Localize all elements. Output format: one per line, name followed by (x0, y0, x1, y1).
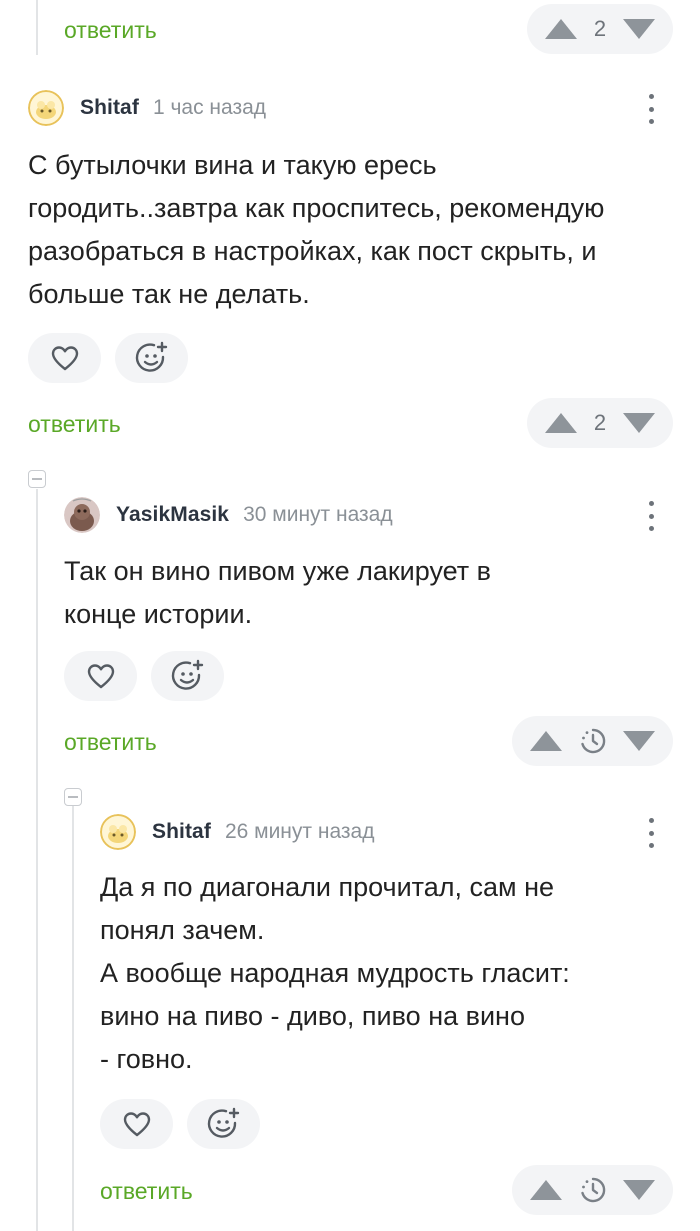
arrow-up-icon[interactable] (545, 413, 577, 433)
vote-control: 2 (527, 4, 673, 54)
more-vertical-icon[interactable] (646, 498, 656, 534)
avatar[interactable] (100, 814, 136, 850)
comment-text: Так он вино пивом уже лакирует в конце и… (64, 556, 492, 629)
heart-icon (87, 664, 114, 689)
arrow-up-icon[interactable] (530, 1180, 562, 1200)
vote-control: 2 (527, 398, 673, 448)
arrow-down-icon[interactable] (623, 731, 655, 751)
reaction-button[interactable] (115, 333, 188, 383)
vote-count: 2 (593, 410, 607, 435)
username[interactable]: Shitaf (152, 820, 211, 844)
thread-line-level-2 (72, 806, 74, 1231)
like-button[interactable] (28, 333, 101, 383)
collapse-thread-button[interactable] (64, 788, 82, 806)
like-button[interactable] (64, 651, 137, 701)
comment-text: Да я по диагонали прочитал, сам не понял… (100, 872, 570, 1074)
comment-header: YasikMasik 30 минут назад (64, 497, 393, 533)
comment-header: Shitaf 1 час назад (28, 90, 266, 126)
thread-line-level-1 (36, 489, 38, 1231)
arrow-up-icon[interactable] (545, 19, 577, 39)
avatar[interactable] (28, 90, 64, 126)
arrow-up-icon[interactable] (530, 731, 562, 751)
reaction-button[interactable] (151, 651, 224, 701)
username[interactable]: Shitaf (80, 96, 139, 120)
reply-link[interactable]: ответить (28, 409, 121, 439)
reply-link[interactable]: ответить (64, 727, 157, 757)
vote-control (512, 716, 673, 766)
vote-count: 2 (593, 16, 607, 41)
username[interactable]: YasikMasik (116, 503, 229, 527)
vote-control (512, 1165, 673, 1215)
more-vertical-icon[interactable] (646, 91, 656, 127)
reply-link[interactable]: ответить (64, 15, 157, 45)
like-button[interactable] (100, 1099, 173, 1149)
add-emoji-icon (135, 341, 167, 372)
collapse-thread-button[interactable] (28, 470, 46, 488)
arrow-down-icon[interactable] (623, 1180, 655, 1200)
add-emoji-icon (207, 1107, 239, 1138)
comment-text: С бутылочки вина и такую ересь городить.… (28, 150, 605, 309)
clock-icon (580, 1177, 605, 1203)
avatar[interactable] (64, 497, 100, 533)
timestamp: 1 час назад (152, 96, 267, 119)
add-emoji-icon (171, 659, 203, 690)
reaction-button[interactable] (187, 1099, 260, 1149)
more-vertical-icon[interactable] (646, 815, 656, 851)
heart-icon (123, 1112, 150, 1137)
heart-icon (51, 346, 78, 371)
thread-line-top (36, 0, 38, 55)
comment-header: Shitaf 26 минут назад (100, 814, 374, 850)
arrow-down-icon[interactable] (623, 19, 655, 39)
reply-link[interactable]: ответить (100, 1176, 193, 1206)
timestamp: 26 минут назад (224, 820, 375, 843)
arrow-down-icon[interactable] (623, 413, 655, 433)
clock-icon (580, 728, 605, 754)
timestamp: 30 минут назад (243, 503, 393, 526)
